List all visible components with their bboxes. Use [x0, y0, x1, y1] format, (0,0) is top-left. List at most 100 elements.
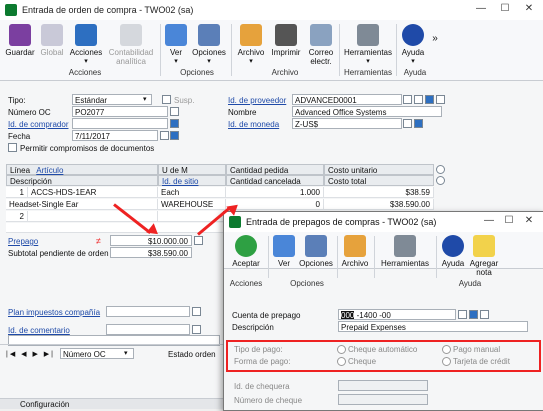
close-button[interactable]: ✕ — [520, 215, 538, 226]
prepay-account-field[interactable]: 000 -1400 -00 — [338, 309, 456, 320]
arrow-right-icon[interactable] — [170, 131, 179, 140]
prepayment-link[interactable]: Prepago — [8, 237, 38, 246]
arrow-right-icon[interactable] — [414, 119, 423, 128]
grid-header-item-link[interactable]: Artículo — [36, 166, 63, 175]
group-label-actions: Acciones — [229, 279, 263, 288]
actions-button[interactable]: Acciones ▾ — [69, 24, 103, 66]
printer-icon — [275, 24, 297, 46]
new-document-icon[interactable] — [414, 95, 423, 104]
radio-manual-payment[interactable] — [442, 345, 451, 354]
global-button[interactable]: Global — [38, 24, 66, 57]
currency-id-link[interactable]: Id. de moneda — [228, 120, 279, 129]
radio-auto-check[interactable] — [337, 345, 346, 354]
account-detail-icon[interactable] — [480, 310, 489, 319]
grid-header-site-id-link[interactable]: Id. de sitio — [158, 175, 226, 186]
grid-cell-empty[interactable] — [6, 223, 226, 233]
description-field: Prepaid Expenses — [338, 321, 528, 332]
lookup-icon[interactable] — [170, 107, 179, 116]
arrow-right-icon[interactable] — [425, 95, 434, 104]
grid-cell-qty[interactable]: 1.000 — [226, 187, 324, 198]
buyer-id-link[interactable]: Id. de comprador — [8, 120, 68, 129]
record-navigation-icons[interactable]: |◀ ◀ ▶ ▶| — [6, 350, 55, 358]
calendar-icon[interactable] — [160, 131, 169, 140]
print-button[interactable]: Imprimir — [269, 24, 303, 57]
option-check-label: Cheque — [348, 357, 377, 366]
ribbon-overflow-button[interactable]: » — [430, 34, 440, 44]
maximize-button[interactable]: ☐ — [496, 3, 514, 14]
currency-id-field[interactable]: Z-US$ — [292, 118, 402, 129]
expand-icon[interactable] — [436, 165, 445, 174]
lookup-icon[interactable] — [192, 307, 201, 316]
analytic-accounting-button[interactable]: Contabilidad analítica — [105, 24, 157, 66]
collapse-icon[interactable] — [436, 176, 445, 185]
minimize-button[interactable]: — — [480, 215, 498, 226]
vendor-name-field[interactable]: Advanced Office Systems — [292, 106, 442, 117]
grid-cell-cost[interactable]: $38.59 — [324, 187, 434, 198]
lookup-icon[interactable] — [192, 325, 201, 334]
options-label: Opciones — [192, 48, 226, 57]
suspend-checkbox[interactable] — [162, 95, 171, 104]
tools-button[interactable]: Herramientas ▾ — [342, 24, 394, 66]
checkbook-id-field[interactable] — [338, 380, 428, 391]
grid-cell-total[interactable]: $38.590.00 — [324, 199, 434, 210]
vendor-id-link[interactable]: Id. de proveedor — [228, 96, 286, 105]
comment-id-link[interactable]: Id. de comentario — [8, 326, 70, 335]
vendor-id-field[interactable]: ADVANCED0001 — [292, 94, 402, 105]
radio-credit-card[interactable] — [442, 357, 451, 366]
type-label: Tipo: — [8, 96, 26, 105]
email-button[interactable]: Correo electr. — [305, 24, 337, 66]
grid-cell-uom[interactable]: Each — [158, 187, 226, 198]
option-auto-check-label: Cheque automático — [348, 345, 418, 354]
allow-commitments-checkbox[interactable] — [8, 143, 17, 152]
lookup-icon[interactable] — [403, 119, 412, 128]
prepayment-detail-icon[interactable] — [194, 236, 203, 245]
grid-cell-site[interactable]: WAREHOUSE — [158, 199, 226, 210]
arrow-right-icon[interactable] — [469, 310, 478, 319]
tools-icon — [357, 24, 379, 46]
grid-cell-line[interactable]: 1 — [6, 187, 28, 198]
help-button[interactable]: Ayuda ▾ — [398, 24, 428, 66]
settings-label[interactable]: Configuración — [20, 400, 69, 409]
address-icon[interactable] — [436, 95, 445, 104]
tax-schedule-link[interactable]: Plan impuestos compañía — [8, 308, 100, 317]
grid-header-uom: U de M — [158, 164, 226, 175]
payment-method-label: Forma de pago: — [234, 357, 291, 366]
file-button[interactable]: Archivo — [340, 235, 370, 268]
save-button[interactable]: Guardar — [5, 24, 35, 57]
grid-cell-item[interactable]: ACCS-HDS-1EAR — [28, 187, 158, 198]
grid-cell-line[interactable]: 2 — [6, 211, 28, 222]
arrow-right-icon[interactable] — [170, 119, 179, 128]
view-button[interactable]: Ver — [272, 235, 296, 268]
grid-cell-item[interactable] — [28, 211, 158, 222]
maximize-button[interactable]: ☐ — [500, 215, 518, 226]
tools-button[interactable]: Herramientas — [378, 235, 432, 268]
folder-icon — [240, 24, 262, 46]
child-ribbon: Aceptar Ver Opciones Archivo Herramienta… — [224, 232, 543, 278]
file-button[interactable]: Archivo ▾ — [235, 24, 267, 66]
accept-button[interactable]: Aceptar — [228, 235, 264, 268]
grid-cell-description[interactable]: Headset-Single Ear — [6, 199, 158, 210]
check-number-field[interactable] — [338, 394, 428, 405]
add-note-button[interactable]: Agregar nota — [468, 235, 500, 277]
date-field[interactable]: 7/11/2017 — [72, 130, 158, 141]
options-button[interactable]: Opciones ▾ — [190, 24, 228, 66]
comment-id-field[interactable] — [106, 324, 190, 335]
suspend-label: Susp. — [174, 96, 195, 105]
view-button[interactable]: Ver ▾ — [163, 24, 189, 66]
radio-check[interactable] — [337, 357, 346, 366]
group-label-options: Opciones — [180, 68, 214, 77]
print-label: Imprimir — [271, 48, 301, 57]
po-number-field[interactable]: PO2077 — [72, 106, 168, 117]
lookup-icon[interactable] — [403, 95, 412, 104]
sort-by-select[interactable]: Número OC — [60, 348, 134, 359]
lookup-icon[interactable] — [458, 310, 467, 319]
buyer-id-field[interactable] — [72, 118, 168, 129]
options-button[interactable]: Opciones — [298, 235, 334, 268]
group-label-help: Ayuda — [458, 279, 482, 288]
tax-schedule-field[interactable] — [106, 306, 190, 317]
close-button[interactable]: ✕ — [520, 3, 538, 14]
tools-icon — [394, 235, 416, 257]
type-select[interactable]: Estándar — [72, 94, 152, 105]
help-button[interactable]: Ayuda — [439, 235, 467, 268]
minimize-button[interactable]: — — [472, 3, 490, 14]
